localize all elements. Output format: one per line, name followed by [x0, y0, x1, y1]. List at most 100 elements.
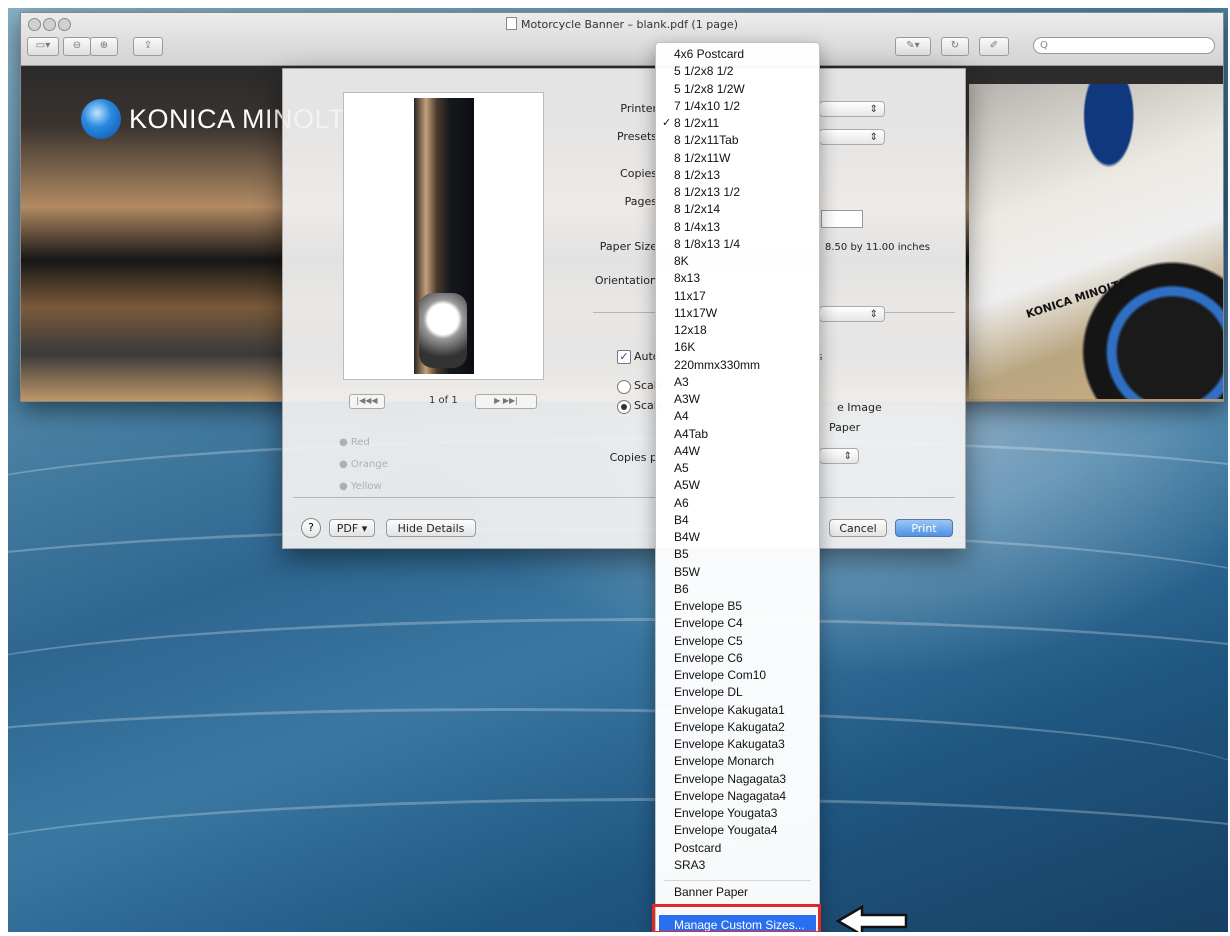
menu-item[interactable]: A5W: [674, 478, 700, 492]
ghost-text: ● Red: [339, 437, 370, 448]
presets-label: Presets: [616, 130, 657, 143]
menu-item[interactable]: Envelope Kakugata3: [674, 737, 785, 751]
menu-item[interactable]: A3: [674, 375, 689, 389]
banner-thumbnail-bike: [419, 293, 467, 368]
menu-item[interactable]: A3W: [674, 392, 700, 406]
ghost-text: ● Yellow: [339, 481, 382, 492]
document-icon: [506, 17, 517, 30]
menu-item[interactable]: Envelope Monarch: [674, 754, 774, 768]
menu-item[interactable]: Envelope Kakugata2: [674, 720, 785, 734]
zoom-out-icon: ⊖: [72, 40, 82, 51]
menu-item[interactable]: SRA3: [674, 858, 705, 872]
konica-minolta-logo-icon: [81, 99, 121, 139]
markup-toolbar-button[interactable]: ✎▾: [895, 37, 931, 56]
menu-item[interactable]: Envelope B5: [674, 599, 742, 613]
copies-per-page-popup[interactable]: ⇕: [819, 448, 859, 464]
copies-label: Copies: [620, 167, 657, 180]
print-preview: [343, 92, 544, 380]
menu-item[interactable]: Envelope C5: [674, 634, 743, 648]
help-button[interactable]: ?: [301, 518, 321, 538]
menu-item[interactable]: 4x6 Postcard: [674, 47, 744, 61]
menu-item[interactable]: 11x17: [674, 289, 706, 303]
menu-item[interactable]: 8 1/2x11: [674, 116, 719, 130]
first-prev-page-button[interactable]: |◀◀◀: [349, 394, 385, 409]
sidebar-view-button[interactable]: ▭▾: [27, 37, 59, 56]
scale-to-fit-radio[interactable]: [617, 400, 631, 414]
menu-item[interactable]: 8x13: [674, 271, 700, 285]
menu-item[interactable]: Envelope DL: [674, 685, 743, 699]
menu-item[interactable]: B5W: [674, 565, 700, 579]
banner-thumbnail: [414, 98, 474, 374]
search-icon: Q: [1040, 40, 1048, 51]
printer-popup[interactable]: ⇕: [819, 101, 885, 117]
menu-item[interactable]: 220mmx330mm: [674, 358, 760, 372]
menu-item-banner-paper[interactable]: Banner Paper: [674, 885, 748, 899]
rotate-button[interactable]: ↻: [941, 37, 969, 56]
next-last-page-button[interactable]: ▶ ▶▶|: [475, 394, 537, 409]
menu-item[interactable]: 11x17W: [674, 306, 717, 320]
menu-item[interactable]: A4W: [674, 444, 700, 458]
menu-item[interactable]: 16K: [674, 340, 695, 354]
menu-item[interactable]: A6: [674, 496, 689, 510]
menu-item[interactable]: 12x18: [674, 323, 707, 337]
menu-item[interactable]: Envelope Com10: [674, 668, 766, 682]
menu-item[interactable]: B4: [674, 513, 689, 527]
cancel-button[interactable]: Cancel: [829, 519, 887, 537]
menu-item[interactable]: 8 1/2x14: [674, 202, 720, 216]
menu-item[interactable]: 8 1/8x13 1/4: [674, 237, 740, 251]
menu-item[interactable]: 8 1/2x11Tab: [674, 133, 739, 147]
menu-item[interactable]: 8K: [674, 254, 689, 268]
pdf-menu-button[interactable]: PDF ▾: [329, 519, 375, 537]
markup-button[interactable]: ✐: [979, 37, 1009, 56]
menu-item[interactable]: 5 1/2x8 1/2: [674, 64, 733, 78]
desktop: Motorcycle Banner – blank.pdf (1 page) ▭…: [8, 8, 1228, 932]
pencil-icon: ✎▾: [906, 40, 920, 51]
auto-rotate-checkbox[interactable]: ✓: [617, 350, 631, 364]
fill-entire-paper-label: Paper: [829, 421, 861, 434]
sidebar-icon: ▭▾: [35, 40, 51, 51]
copies-per-page-label: Copies p: [609, 451, 657, 464]
hide-details-button[interactable]: Hide Details: [386, 519, 476, 537]
menu-item[interactable]: A5: [674, 461, 689, 475]
printer-label: Printer: [620, 102, 657, 115]
menu-item[interactable]: A4Tab: [674, 427, 708, 441]
paper-size-menu: Banner Paper Manage Custom Sizes... 4x6 …: [655, 42, 820, 932]
pages-to-field[interactable]: [821, 210, 863, 228]
menu-separator: [664, 880, 811, 881]
menu-item[interactable]: Envelope Nagagata4: [674, 789, 786, 803]
menu-item[interactable]: Envelope Yougata4: [674, 823, 777, 837]
menu-item[interactable]: Envelope Kakugata1: [674, 703, 785, 717]
menu-item[interactable]: 8 1/2x11W: [674, 151, 730, 165]
menu-item[interactable]: 5 1/2x8 1/2W: [674, 82, 745, 96]
paper-size-label: Paper Size: [599, 240, 657, 253]
share-button[interactable]: ⇪: [133, 37, 163, 56]
help-icon: ?: [308, 521, 314, 534]
presets-popup[interactable]: ⇕: [819, 129, 885, 145]
menu-item[interactable]: B5: [674, 547, 689, 561]
menu-item[interactable]: 8 1/2x13: [674, 168, 720, 182]
section-popup[interactable]: ⇕: [819, 306, 885, 322]
menu-item[interactable]: Envelope C6: [674, 651, 743, 665]
menu-item[interactable]: 7 1/4x10 1/2: [674, 99, 740, 113]
window-titlebar: Motorcycle Banner – blank.pdf (1 page) ▭…: [21, 13, 1223, 66]
menu-item[interactable]: Envelope Yougata3: [674, 806, 777, 820]
desktop-wave: [8, 798, 1228, 932]
menu-item[interactable]: 8 1/4x13: [674, 220, 720, 234]
page-indicator: 1 of 1: [429, 395, 458, 406]
menu-item[interactable]: Postcard: [674, 841, 721, 855]
menu-item[interactable]: B4W: [674, 530, 700, 544]
zoom-out-button[interactable]: ⊖: [63, 37, 91, 56]
rotate-icon: ↻: [950, 40, 960, 51]
menu-item[interactable]: Envelope Nagagata3: [674, 772, 786, 786]
markup-icon: ✐: [989, 40, 999, 51]
menu-item[interactable]: B6: [674, 582, 689, 596]
search-input[interactable]: Q: [1033, 37, 1215, 54]
scale-radio[interactable]: [617, 380, 631, 394]
menu-item[interactable]: A4: [674, 409, 689, 423]
menu-item[interactable]: 8 1/2x13 1/2: [674, 185, 740, 199]
print-button[interactable]: Print: [895, 519, 953, 537]
menu-item[interactable]: Envelope C4: [674, 616, 743, 630]
zoom-in-button[interactable]: ⊕: [90, 37, 118, 56]
bike-brand-text: KONICA MINOLTA: [1024, 276, 1129, 321]
share-icon: ⇪: [143, 40, 153, 51]
